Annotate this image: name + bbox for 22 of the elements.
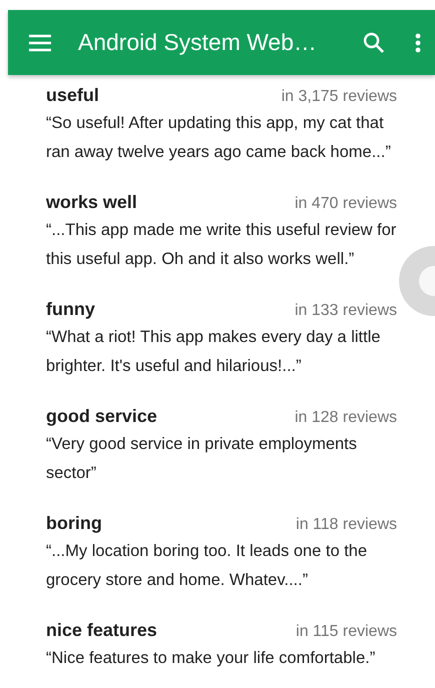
topic-title: boring (46, 513, 102, 534)
review-count: in 128 reviews (294, 409, 397, 427)
review-quote: “Nice features to make your life comfortable.” (46, 648, 376, 669)
topic-title: works well (46, 192, 138, 213)
topic-title: nice features (46, 620, 158, 641)
menu-icon[interactable] (28, 34, 52, 52)
more-options-icon[interactable] (415, 32, 421, 52)
review-count: in 118 reviews (296, 516, 397, 534)
review-quote: “Very good service in private employments sector” (46, 434, 358, 484)
search-icon[interactable] (363, 32, 385, 54)
topic-title: useful (46, 85, 100, 106)
app-title: Android System Web… (78, 29, 318, 56)
review-count: in 133 reviews (294, 302, 397, 320)
review-count: in 3,175 reviews (281, 88, 397, 106)
topic-title: good service (46, 406, 158, 427)
review-quote: “What a riot! This app makes every day a little brighter. It's useful and hilarious!...” (46, 327, 382, 377)
review-quote: “...This app made me write this useful review for this useful app. Oh and it also works well.” (46, 220, 397, 270)
review-quote: “So useful! After updating this app, my cat that ran away twelve years ago came back home...” (46, 113, 392, 163)
review-count: in 115 reviews (296, 623, 397, 641)
review-count: in 470 reviews (294, 195, 397, 213)
topic-title: funny (46, 299, 95, 320)
review-quote: “...My location boring too. It leads one to the grocery store and home. Whatev....” (46, 541, 368, 591)
